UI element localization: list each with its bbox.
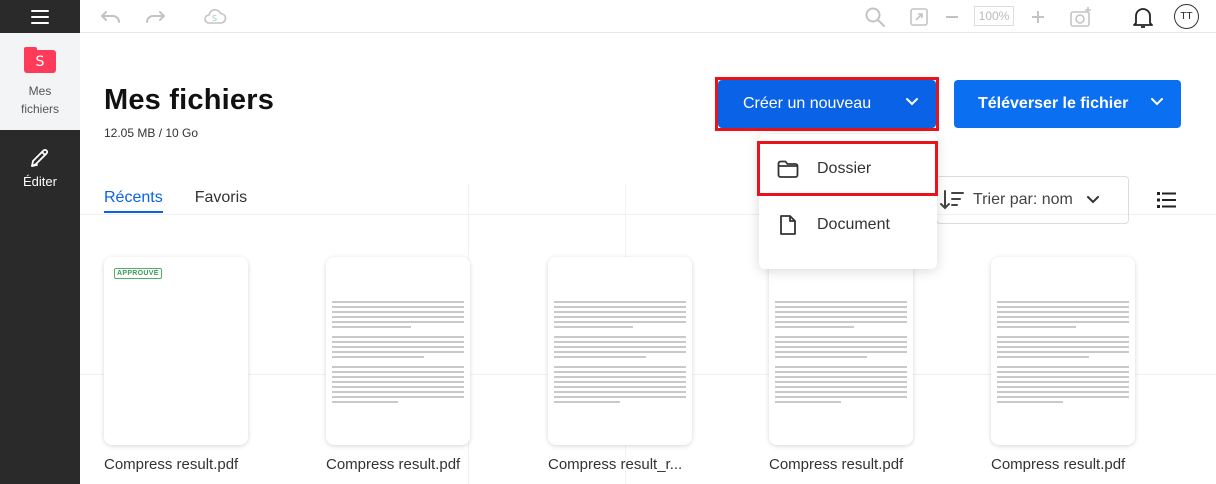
file-thumbnail[interactable]: [769, 257, 913, 445]
sidebar-item-editer[interactable]: Éditer: [0, 140, 80, 198]
top-toolbar: S 100% TT: [80, 0, 1216, 33]
upload-file-label: Téléverser le fichier: [978, 95, 1129, 112]
document-preview-text: [554, 301, 686, 406]
avatar[interactable]: TT: [1174, 4, 1199, 29]
file-name[interactable]: Compress result.pdf: [104, 456, 248, 473]
page-title: Mes fichiers: [104, 84, 275, 116]
storage-usage: 12.05 MB / 10 Go: [104, 126, 199, 140]
file-card[interactable]: APPROUVÉ Compress result.pdf: [104, 257, 248, 473]
folder-icon: [777, 160, 799, 178]
tab-recents[interactable]: Récents: [104, 189, 163, 213]
dropdown-item-label: Dossier: [817, 160, 872, 177]
sidebar-item-mes-fichiers[interactable]: S Mes fichiers: [0, 33, 80, 130]
sidebar-item-label: Mes fichiers: [20, 84, 59, 116]
approved-stamp: APPROUVÉ: [114, 268, 162, 279]
file-thumbnail[interactable]: [991, 257, 1135, 445]
sort-icon: [940, 190, 964, 210]
hamburger-menu-icon[interactable]: [31, 9, 49, 24]
list-view-icon[interactable]: [1157, 191, 1177, 214]
file-name[interactable]: Compress result.pdf: [326, 456, 470, 473]
file-card[interactable]: Compress result_r...: [548, 257, 692, 473]
redo-icon[interactable]: [142, 0, 168, 33]
search-icon[interactable]: [862, 0, 888, 33]
main-content: Mes fichiers 12.05 MB / 10 Go Créer un n…: [80, 34, 1216, 484]
file-name[interactable]: Compress result_r...: [548, 456, 692, 473]
document-preview-text: [775, 301, 907, 406]
sort-dropdown[interactable]: Trier par: nom: [936, 176, 1129, 224]
file-name[interactable]: Compress result.pdf: [991, 456, 1135, 473]
file-card[interactable]: Compress result.pdf: [991, 257, 1135, 473]
chevron-down-icon: [1086, 196, 1099, 204]
menu-bar: [0, 0, 80, 33]
svg-text:S: S: [212, 14, 217, 23]
upload-file-button[interactable]: Téléverser le fichier: [954, 80, 1181, 128]
file-tabs: Récents Favoris: [104, 189, 247, 213]
folder-logo-icon: S: [24, 47, 56, 73]
document-preview-text: [997, 301, 1129, 406]
sidebar-item-label: Éditer: [23, 174, 57, 189]
document-preview-text: [332, 301, 464, 406]
file-card[interactable]: Compress result.pdf: [326, 257, 470, 473]
chevron-down-icon: [1151, 98, 1163, 106]
dropdown-item-document[interactable]: Document: [759, 200, 937, 250]
file-thumbnail[interactable]: APPROUVÉ: [104, 257, 248, 445]
sort-label: Trier par: nom: [973, 191, 1073, 208]
cloud-sync-icon[interactable]: S: [202, 0, 228, 33]
zoom-level[interactable]: 100%: [974, 6, 1014, 26]
pencil-icon: [31, 149, 48, 167]
undo-icon[interactable]: [98, 0, 124, 33]
tab-favoris[interactable]: Favoris: [195, 189, 247, 213]
zoom-out-icon[interactable]: [940, 0, 964, 33]
document-icon: [780, 215, 796, 235]
bell-icon[interactable]: [1130, 0, 1156, 33]
chevron-down-icon: [906, 98, 918, 106]
zoom-in-icon[interactable]: [1026, 0, 1050, 33]
add-photo-icon[interactable]: [1068, 0, 1094, 33]
dropdown-item-label: Document: [817, 216, 890, 233]
file-thumbnail[interactable]: [326, 257, 470, 445]
file-name[interactable]: Compress result.pdf: [769, 456, 913, 473]
file-card[interactable]: Compress result.pdf: [769, 257, 913, 473]
create-new-label: Créer un nouveau: [743, 95, 872, 112]
dropdown-item-dossier[interactable]: Dossier: [759, 144, 937, 194]
create-new-dropdown: Dossier Document: [759, 134, 937, 269]
file-thumbnail[interactable]: [548, 257, 692, 445]
create-new-button[interactable]: Créer un nouveau: [718, 80, 936, 128]
fit-page-icon[interactable]: [906, 0, 932, 33]
